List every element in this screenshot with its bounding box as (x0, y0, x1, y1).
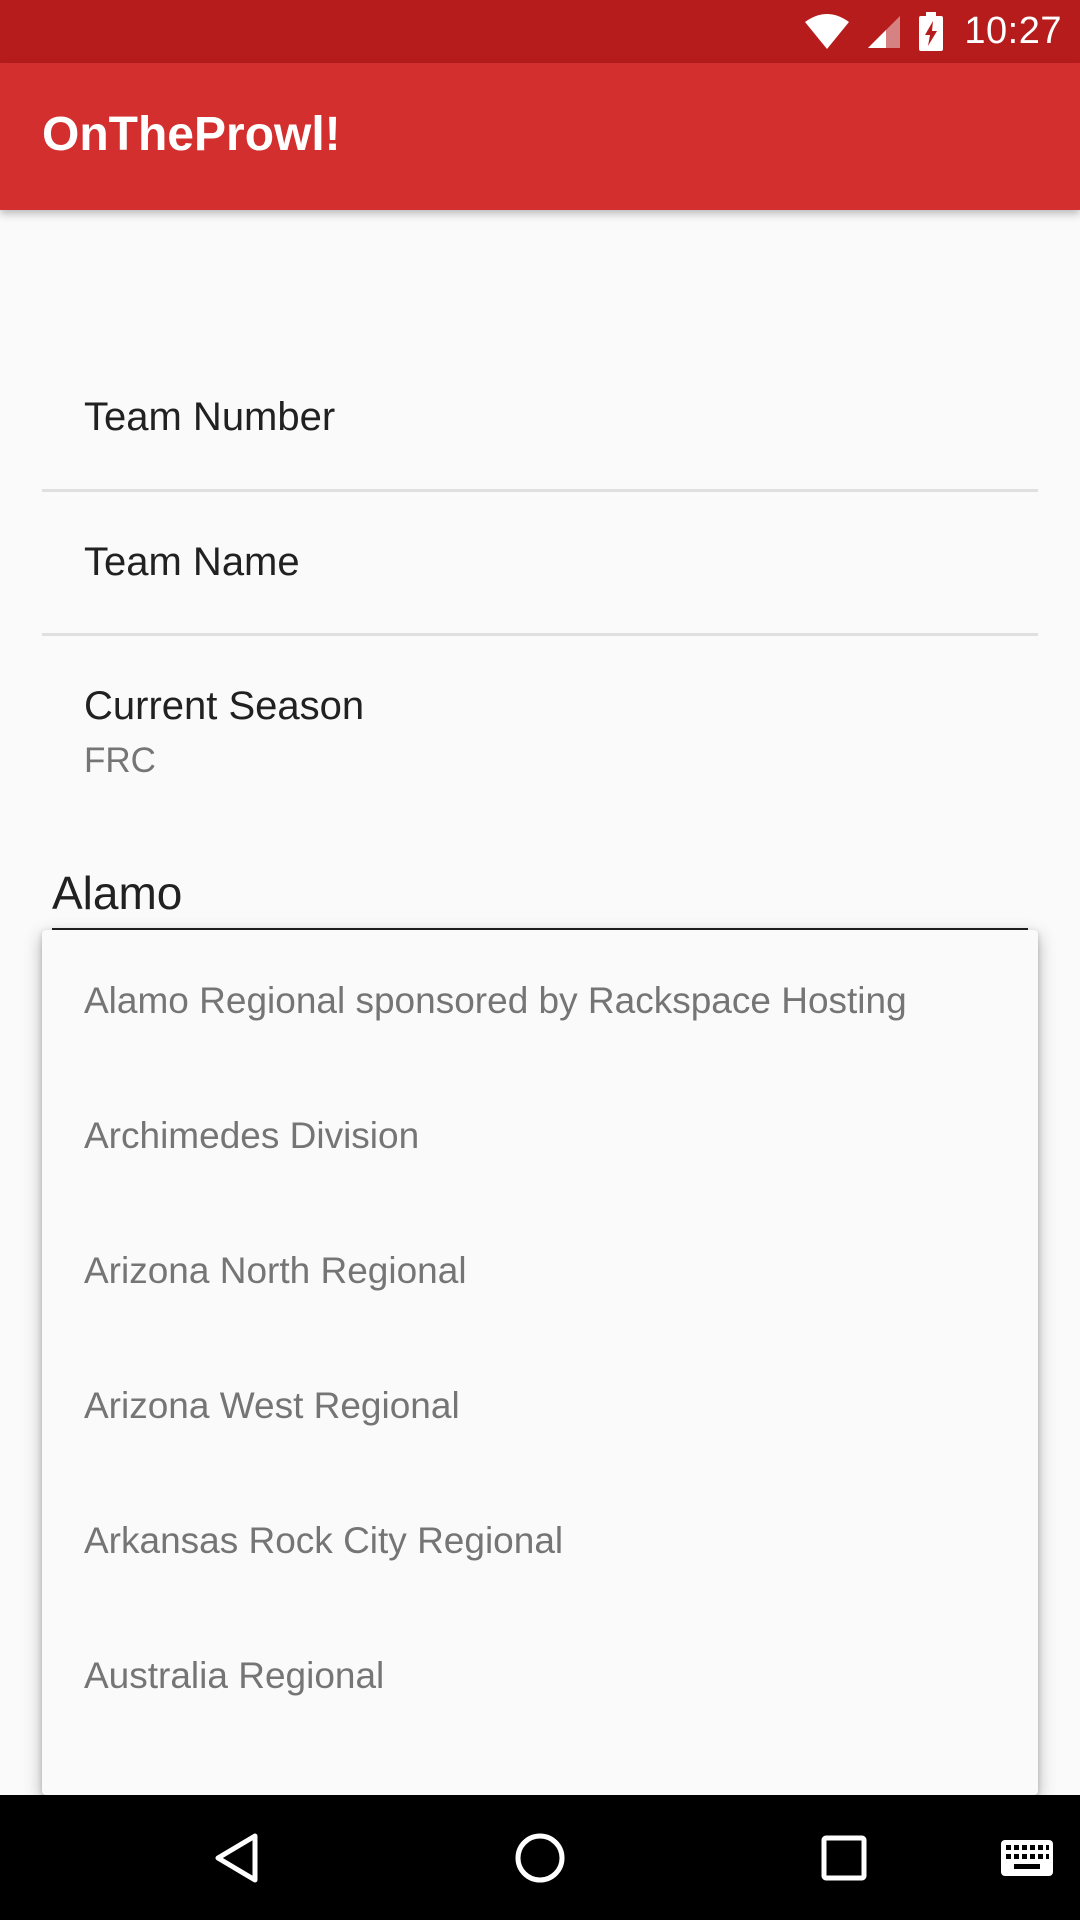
suggestion-item[interactable]: Arizona West Regional (42, 1335, 1038, 1470)
suggestion-item[interactable]: Alamo Regional sponsored by Rackspace Ho… (42, 930, 1038, 1065)
back-icon (213, 1832, 259, 1884)
nav-keyboard-button[interactable] (996, 1795, 1058, 1920)
pref-title-team-name: Team Name (84, 540, 300, 584)
home-icon (514, 1832, 566, 1884)
app-title: OnTheProwl! (42, 108, 341, 161)
status-icons: 10:27 (804, 0, 1062, 63)
wifi-icon (804, 13, 850, 50)
pref-summary-current-season: FRC (84, 741, 156, 780)
pref-team-name[interactable]: Team Name (42, 492, 1038, 633)
nav-back-button[interactable] (190, 1795, 282, 1920)
app-bar: OnTheProwl! (0, 63, 1080, 210)
event-search-input[interactable] (52, 858, 1028, 932)
status-time: 10:27 (964, 10, 1062, 52)
recents-icon (820, 1834, 868, 1882)
navigation-bar (0, 1795, 1080, 1920)
nav-recents-button[interactable] (798, 1795, 890, 1920)
suggestion-item[interactable]: Archimedes Division (42, 1065, 1038, 1200)
suggestion-item[interactable]: Australia Regional (42, 1605, 1038, 1740)
keyboard-icon (1000, 1839, 1054, 1877)
battery-charging-icon (918, 11, 944, 52)
pref-title-current-season: Current Season (84, 684, 365, 728)
suggestions-dropdown: Alamo Regional sponsored by Rackspace Ho… (42, 930, 1038, 1795)
pref-team-number[interactable]: Team Number (42, 355, 1038, 490)
pref-current-season[interactable]: Current Season FRC (42, 636, 1038, 806)
suggestion-item[interactable]: Arkansas Rock City Regional (42, 1470, 1038, 1605)
nav-home-button[interactable] (494, 1795, 586, 1920)
suggestion-item[interactable]: Arizona North Regional (42, 1200, 1038, 1335)
pref-title-team-number: Team Number (84, 395, 336, 439)
cell-signal-icon (866, 14, 902, 50)
status-bar: 10:27 (0, 0, 1080, 63)
